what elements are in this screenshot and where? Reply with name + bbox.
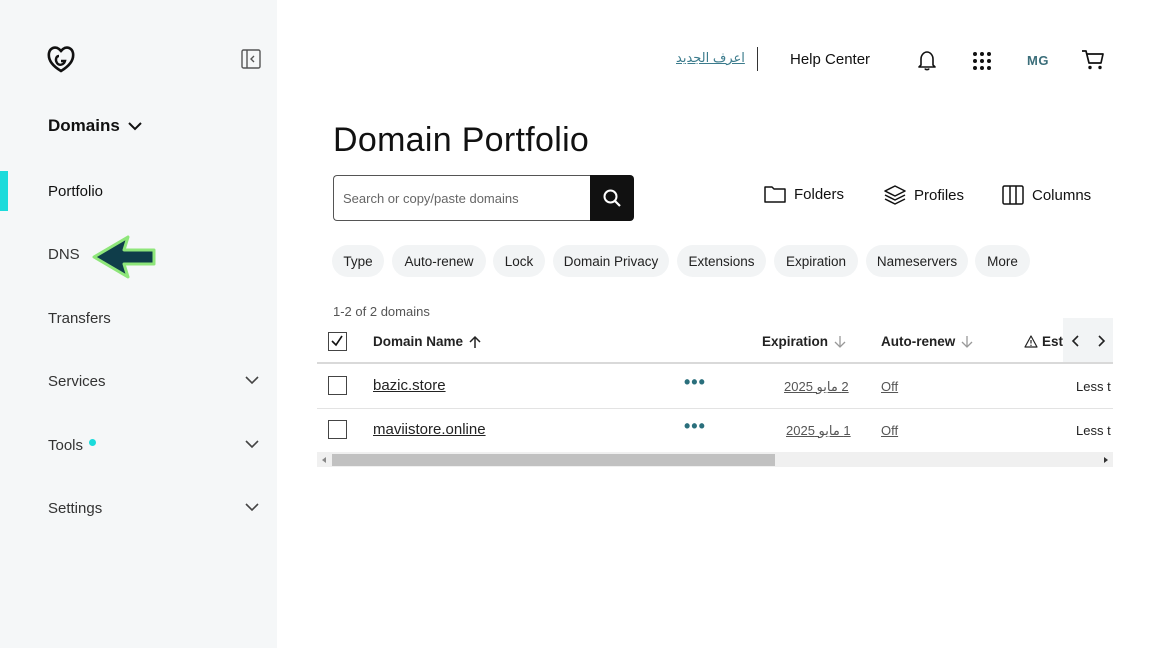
domains-menu-label: Domains [48, 116, 120, 135]
sidebar-item-label: DNS [48, 246, 80, 263]
profiles-button[interactable]: Profiles [884, 185, 964, 205]
domain-name-link[interactable]: maviistore.online [373, 421, 486, 438]
column-header-domain[interactable]: Domain Name [373, 334, 481, 349]
column-header-expiration[interactable]: Expiration [762, 334, 846, 349]
row-checkbox[interactable] [328, 376, 347, 395]
filter-chip-label: Lock [504, 253, 534, 269]
filter-chip-label: Auto-renew [404, 253, 474, 269]
filter-chip-type[interactable]: Type [332, 245, 384, 277]
chevron-left-icon[interactable] [1071, 334, 1081, 348]
column-header-label: Auto-renew [881, 334, 956, 349]
column-header-label: Est [1042, 334, 1064, 349]
folders-button[interactable]: Folders [764, 185, 844, 203]
auto-renew-status[interactable]: Off [881, 423, 898, 438]
more-actions-icon[interactable]: ••• [684, 416, 706, 437]
avatar[interactable]: MG [1027, 53, 1049, 68]
sidebar-item-label: Services [48, 373, 106, 390]
sidebar-item-label: Settings [48, 500, 103, 517]
folders-label: Folders [794, 185, 845, 203]
columns-button[interactable]: Columns [1002, 185, 1091, 205]
divider [317, 408, 1113, 409]
page-title: Domain Portfolio [333, 121, 590, 159]
arrow-up-icon [469, 335, 481, 348]
filter-chip-expiration[interactable]: Expiration [774, 245, 858, 277]
sidebar: Domains Portfolio DNS Transfers Services… [0, 0, 277, 648]
est-value: Less t [1076, 379, 1111, 394]
column-header-est[interactable]: Est [1024, 334, 1063, 349]
columns-label: Columns [1032, 186, 1092, 204]
filter-chip-label: Nameservers [876, 253, 958, 269]
search-input[interactable]: Search or copy/paste domains [333, 175, 591, 221]
filter-chip-domain-privacy[interactable]: Domain Privacy [553, 245, 669, 277]
filter-chip-label: Extensions [688, 253, 755, 269]
result-count: 1-2 of 2 domains [333, 304, 430, 319]
sidebar-item-tools[interactable]: Tools [48, 437, 263, 454]
more-actions-icon[interactable]: ••• [684, 372, 706, 393]
chevron-right-icon[interactable] [1096, 334, 1106, 348]
columns-icon [1002, 185, 1024, 205]
column-header-label: Domain Name [373, 334, 464, 349]
apps-grid-icon[interactable] [972, 51, 992, 71]
divider [317, 362, 1113, 364]
chevron-down-icon [245, 376, 259, 385]
notification-dot [89, 439, 97, 446]
scroll-left-icon[interactable] [320, 456, 328, 464]
filter-chip-auto-renew[interactable]: Auto-renew [392, 245, 486, 277]
filter-chip-label: Domain Privacy [563, 253, 659, 269]
profiles-label: Profiles [914, 186, 965, 204]
column-header-auto-renew[interactable]: Auto-renew [881, 334, 973, 349]
godaddy-logo-icon[interactable] [46, 45, 76, 73]
chevron-down-icon [245, 440, 259, 449]
filter-chip-more[interactable]: More [975, 245, 1030, 277]
folder-icon [764, 186, 786, 203]
sidebar-item-portfolio[interactable]: Portfolio [48, 183, 263, 200]
column-scroll-nav [1063, 318, 1113, 364]
sidebar-item-label: Portfolio [48, 183, 104, 200]
cart-icon[interactable] [1081, 49, 1105, 71]
whats-new-link[interactable]: اعرف الجديد [676, 50, 745, 66]
chevron-down-icon [245, 503, 259, 512]
expiration-date[interactable]: 2 مايو 2025 [784, 379, 849, 395]
arrow-down-icon [961, 335, 973, 348]
filter-chip-label: More [987, 253, 1018, 269]
filter-chip-lock[interactable]: Lock [493, 245, 545, 277]
horizontal-scrollbar[interactable] [317, 452, 1113, 467]
domains-menu[interactable]: Domains [48, 116, 142, 136]
chevron-down-icon [128, 122, 142, 131]
column-header-label: Expiration [762, 334, 829, 349]
est-value: Less t [1076, 423, 1111, 438]
scrollbar-thumb[interactable] [332, 454, 775, 466]
help-center-link[interactable]: Help Center [790, 51, 870, 68]
sidebar-item-services[interactable]: Services [48, 373, 263, 390]
sidebar-item-settings[interactable]: Settings [48, 500, 263, 517]
filter-chip-nameservers[interactable]: Nameservers [866, 245, 968, 277]
sidebar-item-transfers[interactable]: Transfers [48, 310, 263, 327]
sidebar-item-label: Transfers [48, 310, 111, 327]
search-button[interactable] [590, 175, 634, 221]
collapse-sidebar-icon[interactable] [241, 49, 261, 69]
search-icon [603, 189, 621, 207]
warning-icon [1024, 335, 1038, 348]
search-placeholder: Search or copy/paste domains [343, 190, 519, 206]
expiration-date[interactable]: 1 مايو 2025 [786, 423, 851, 439]
active-indicator [0, 171, 8, 211]
arrow-down-icon [834, 335, 846, 348]
row-checkbox[interactable] [328, 420, 347, 439]
filter-chip-label: Type [343, 253, 373, 269]
pointer-arrow-icon [92, 235, 156, 279]
filter-chip-label: Expiration [785, 253, 847, 269]
divider [757, 47, 758, 71]
auto-renew-status[interactable]: Off [881, 379, 898, 394]
layers-icon [884, 185, 906, 205]
select-all-checkbox[interactable] [328, 332, 347, 351]
checkmark-icon [331, 335, 343, 347]
scroll-right-icon[interactable] [1102, 456, 1110, 464]
domain-name-link[interactable]: bazic.store [373, 377, 446, 394]
sidebar-item-label: Tools [48, 437, 84, 454]
filter-chip-extensions[interactable]: Extensions [677, 245, 766, 277]
bell-icon[interactable] [916, 49, 938, 71]
